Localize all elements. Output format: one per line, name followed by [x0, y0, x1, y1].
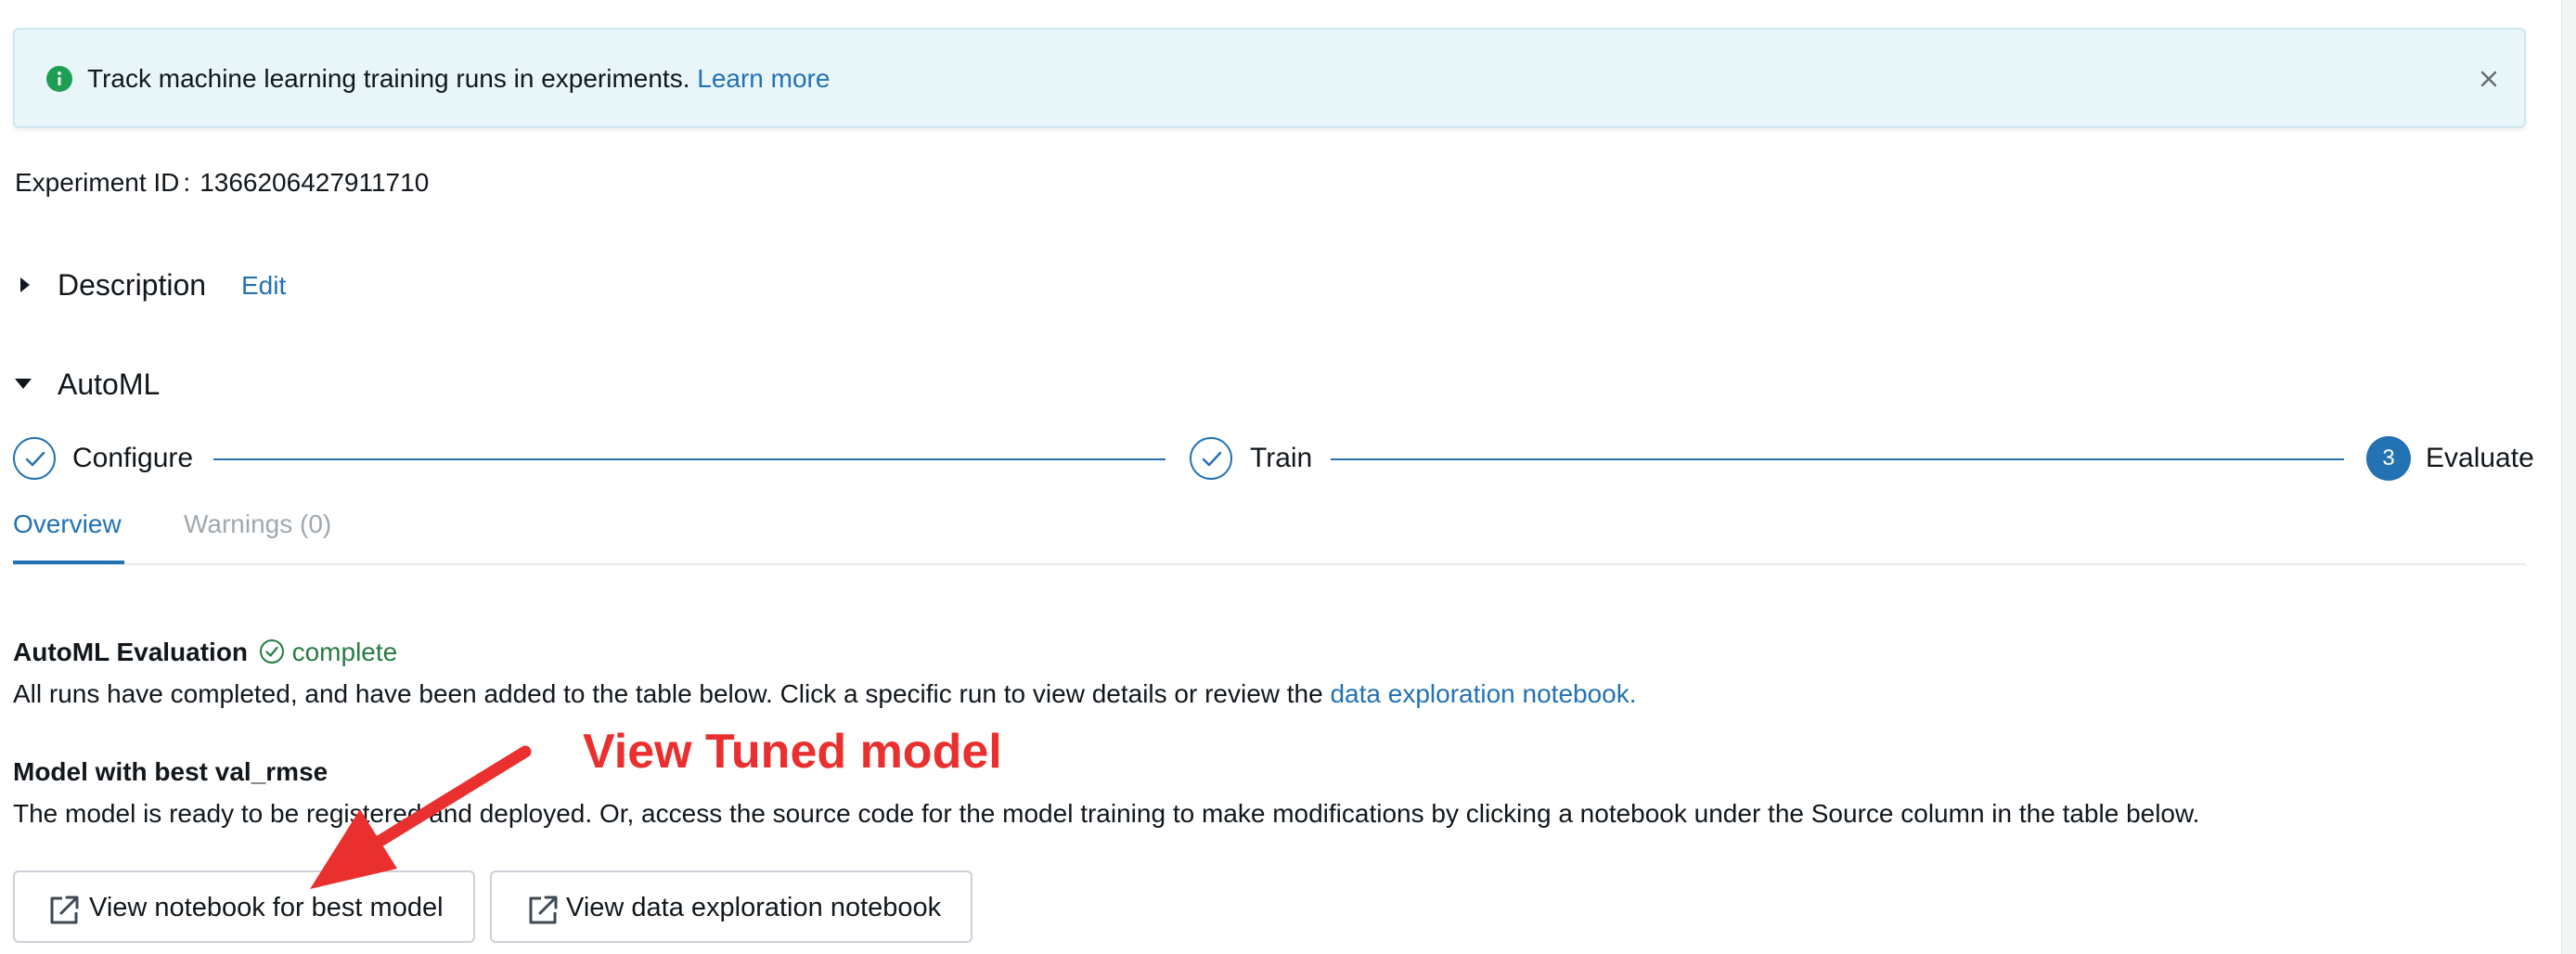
check-circle-icon: [259, 639, 284, 664]
step-connector: [1331, 458, 2344, 460]
automl-collapse-icon[interactable]: [15, 379, 32, 389]
step-configure-check-icon: [13, 437, 56, 480]
info-icon: [46, 66, 72, 92]
experiment-id-separator: :: [183, 168, 191, 197]
tab-overview[interactable]: Overview: [13, 509, 122, 540]
description-edit-link[interactable]: Edit: [241, 270, 286, 302]
evaluation-status: complete: [291, 638, 398, 666]
banner-text: Track machine learning training runs in …: [87, 63, 830, 95]
step-evaluate-label: Evaluate: [2426, 443, 2534, 473]
experiment-id-label: Experiment ID: [15, 168, 180, 197]
tab-divider: [13, 563, 2526, 565]
page-scrollbar[interactable]: [2561, 0, 2576, 954]
banner-message: Track machine learning training runs in …: [87, 64, 690, 93]
learn-more-link[interactable]: Learn more: [697, 64, 830, 93]
view-data-exploration-notebook-label: View data exploration notebook: [566, 893, 942, 922]
view-best-model-notebook-label: View notebook for best model: [89, 893, 444, 922]
evaluation-heading: AutoML Evaluation complete: [13, 637, 397, 668]
description-expand-icon[interactable]: [20, 277, 30, 292]
step-train-label: Train: [1250, 443, 1313, 473]
best-model-description: The model is ready to be registered and …: [13, 799, 2200, 828]
automl-title[interactable]: AutoML: [58, 367, 160, 402]
step-configure-label: Configure: [72, 443, 194, 473]
best-model-title: Model with best val_rmse: [13, 757, 328, 786]
close-icon[interactable]: [2475, 65, 2503, 93]
data-exploration-notebook-link[interactable]: data exploration notebook.: [1330, 679, 1636, 708]
annotation-label: View Tuned model: [583, 725, 1002, 779]
step-connector: [213, 458, 1166, 460]
external-link-icon: [529, 896, 558, 924]
evaluation-description: All runs have completed, and have been a…: [13, 678, 1637, 710]
evaluation-description-text: All runs have completed, and have been a…: [13, 679, 1323, 708]
tab-overview-indicator: [13, 561, 124, 564]
view-data-exploration-notebook-button[interactable]: View data exploration notebook: [490, 870, 972, 943]
evaluation-title: AutoML Evaluation: [13, 638, 249, 666]
info-banner: Track machine learning training runs in …: [13, 28, 2526, 128]
tab-warnings[interactable]: Warnings (0): [184, 509, 331, 540]
description-title[interactable]: Description: [58, 267, 206, 303]
step-evaluate-number: 3: [2366, 436, 2411, 481]
experiment-id-value: 1366206427911710: [200, 168, 430, 197]
experiment-id: Experiment ID:1366206427911710: [15, 167, 429, 199]
external-link-icon: [50, 896, 79, 924]
view-best-model-notebook-button[interactable]: View notebook for best model: [13, 870, 475, 943]
step-train-check-icon: [1190, 437, 1232, 480]
